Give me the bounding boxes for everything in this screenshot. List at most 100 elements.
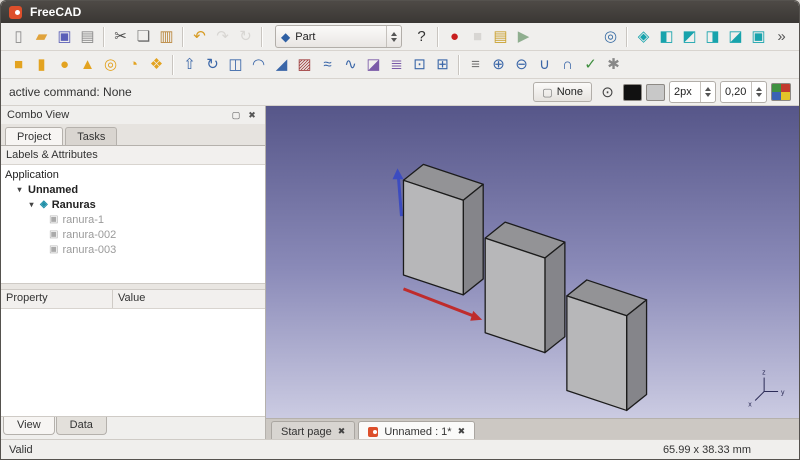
tree-item-label: ranura-002	[62, 229, 116, 241]
part-box-ranura-002[interactable]	[485, 222, 565, 353]
tree-item-document[interactable]: ▾ Unnamed	[1, 182, 265, 197]
toolbar-separator	[261, 27, 263, 47]
loft-icon[interactable]: ≈	[316, 53, 339, 77]
expander-icon[interactable]: ▾	[15, 185, 24, 194]
tree-item-ranura-003[interactable]: ▣ ranura-003	[1, 242, 265, 257]
line-width-spinbox[interactable]: 2px	[669, 81, 716, 103]
toolbar-separator	[437, 27, 439, 47]
tree-column-header: Labels & Attributes	[1, 146, 265, 165]
shape-builder-icon[interactable]: ◔	[122, 53, 145, 77]
view-top-icon[interactable]: ◩	[678, 25, 701, 49]
save-icon[interactable]: ▣	[53, 25, 76, 49]
print-icon[interactable]: ▤	[76, 25, 99, 49]
sweep-icon[interactable]: ∿	[339, 53, 362, 77]
fillet-icon[interactable]: ◠	[247, 53, 270, 77]
workbench-selector[interactable]: ◆ Part	[275, 25, 402, 48]
line-color-swatch[interactable]	[646, 84, 665, 101]
color-per-face-icon[interactable]	[771, 83, 791, 101]
cross-sections-icon[interactable]: ≣	[385, 53, 408, 77]
mirror-icon[interactable]: ◫	[224, 53, 247, 77]
model-tree[interactable]: Application ▾ Unnamed ▾ ◈ Ranuras ▣ ranu…	[1, 165, 265, 284]
close-tab-icon[interactable]: ✖	[338, 426, 346, 437]
property-column-header[interactable]: Property	[1, 290, 113, 308]
deviation-spinbox[interactable]: 0,20	[720, 81, 767, 103]
revolve-icon[interactable]: ↻	[201, 53, 224, 77]
copy-icon[interactable]: ❏	[132, 25, 155, 49]
macro-stop-icon[interactable]: ■	[466, 25, 489, 49]
expander-icon[interactable]: ▾	[27, 200, 36, 209]
tree-item-group[interactable]: ▾ ◈ Ranuras	[1, 197, 265, 212]
cut-icon[interactable]: ✂	[109, 25, 132, 49]
macro-record-icon[interactable]: ●	[443, 25, 466, 49]
tab-unnamed-document[interactable]: Unnamed : 1* ✖	[358, 421, 475, 441]
tree-item-ranura-002[interactable]: ▣ ranura-002	[1, 227, 265, 242]
close-tab-icon[interactable]: ✖	[458, 426, 466, 437]
open-folder-icon[interactable]: ▰	[30, 25, 53, 49]
3d-viewport[interactable]: z y x	[266, 106, 799, 418]
tree-item-ranura-1[interactable]: ▣ ranura-1	[1, 212, 265, 227]
redo-icon[interactable]: ↷	[211, 25, 234, 49]
section-icon[interactable]: ◪	[362, 53, 385, 77]
macro-edit-icon[interactable]: ▤	[489, 25, 512, 49]
part-toolbar: ■▮●▲◎◔❖ ⇧↻◫◠◢▨≈∿◪≣⊡⊞ ≡⊕⊖∪∩✓✱	[1, 51, 799, 79]
boolean-cut-icon[interactable]: ⊖	[510, 53, 533, 77]
tab-project[interactable]: Project	[5, 127, 63, 145]
view-right-icon[interactable]: ◨	[701, 25, 724, 49]
undo-icon[interactable]: ↶	[188, 25, 211, 49]
defeaturing-icon[interactable]: ✱	[602, 53, 625, 77]
close-panel-icon[interactable]: ✖	[245, 108, 259, 122]
freecad-document-icon	[368, 427, 378, 437]
shape-appearance-button[interactable]: ▢ None	[533, 82, 592, 102]
part-cylinder-icon[interactable]: ▮	[30, 53, 53, 77]
toolbar-separator	[458, 55, 460, 75]
toolbar-overflow-icon[interactable]: »	[770, 25, 793, 49]
title-bar[interactable]: FreeCAD	[1, 1, 799, 23]
property-table-header: Property Value	[1, 289, 265, 309]
tab-data[interactable]: Data	[56, 417, 107, 435]
macro-toolbar-group: ? ●■▤▶	[410, 25, 535, 49]
boolean-intersection-icon[interactable]: ∩	[556, 53, 579, 77]
part-box-icon[interactable]: ■	[7, 53, 30, 77]
compound-icon[interactable]: ≡	[464, 53, 487, 77]
draw-style-icon[interactable]: ⊙	[596, 80, 619, 104]
toolbar-separator	[103, 27, 105, 47]
face-color-swatch[interactable]	[623, 84, 642, 101]
tab-tasks[interactable]: Tasks	[65, 127, 117, 145]
paste-icon[interactable]: ▥	[155, 25, 178, 49]
chamfer-icon[interactable]: ◢	[270, 53, 293, 77]
tree-item-application[interactable]: Application	[1, 167, 265, 182]
zoom-fit-icon[interactable]: ◎	[599, 25, 622, 49]
compound-object-icon: ◈	[40, 199, 48, 210]
primitives-icon[interactable]: ❖	[145, 53, 168, 77]
thickness-icon[interactable]: ⊞	[431, 53, 454, 77]
view-rear-icon[interactable]: ◪	[724, 25, 747, 49]
view-axonometric-icon[interactable]: ◈	[632, 25, 655, 49]
part-box-ranura-003[interactable]	[567, 280, 647, 411]
offset-icon[interactable]: ⊡	[408, 53, 431, 77]
part-box-ranura-1[interactable]	[403, 164, 483, 295]
property-table-body[interactable]	[1, 309, 265, 417]
view-front-icon[interactable]: ◧	[655, 25, 678, 49]
value-column-header[interactable]: Value	[113, 290, 145, 308]
part-sphere-icon[interactable]: ●	[53, 53, 76, 77]
part-torus-icon[interactable]: ◎	[99, 53, 122, 77]
standard-toolbar: ▯▰▣▤✂❏▥↶↷↻ ◆ Part ?●■▤▶ ◎◈◧◩◨◪▣»	[1, 23, 799, 51]
boolean-union-icon[interactable]: ∪	[533, 53, 556, 77]
view-bottom-icon[interactable]: ▣	[747, 25, 770, 49]
macro-play-icon[interactable]: ▶	[512, 25, 535, 49]
whats-this-icon[interactable]: ?	[410, 25, 433, 49]
extrude-icon[interactable]: ⇧	[178, 53, 201, 77]
combo-view-tabs: Project Tasks	[1, 124, 265, 146]
combo-view-header[interactable]: Combo View ▢✖	[1, 106, 265, 124]
ruled-surface-icon[interactable]: ▨	[293, 53, 316, 77]
tab-start-page[interactable]: Start page ✖	[271, 421, 355, 441]
boolean-icon[interactable]: ⊕	[487, 53, 510, 77]
workbench-selector-spinner[interactable]	[386, 26, 401, 47]
part-cone-icon[interactable]: ▲	[76, 53, 99, 77]
float-panel-icon[interactable]: ▢	[229, 108, 243, 122]
refresh-icon[interactable]: ↻	[234, 25, 257, 49]
check-geometry-icon[interactable]: ✓	[579, 53, 602, 77]
new-file-icon[interactable]: ▯	[7, 25, 30, 49]
combo-view-title: Combo View	[7, 109, 69, 121]
tab-view[interactable]: View	[3, 417, 55, 435]
